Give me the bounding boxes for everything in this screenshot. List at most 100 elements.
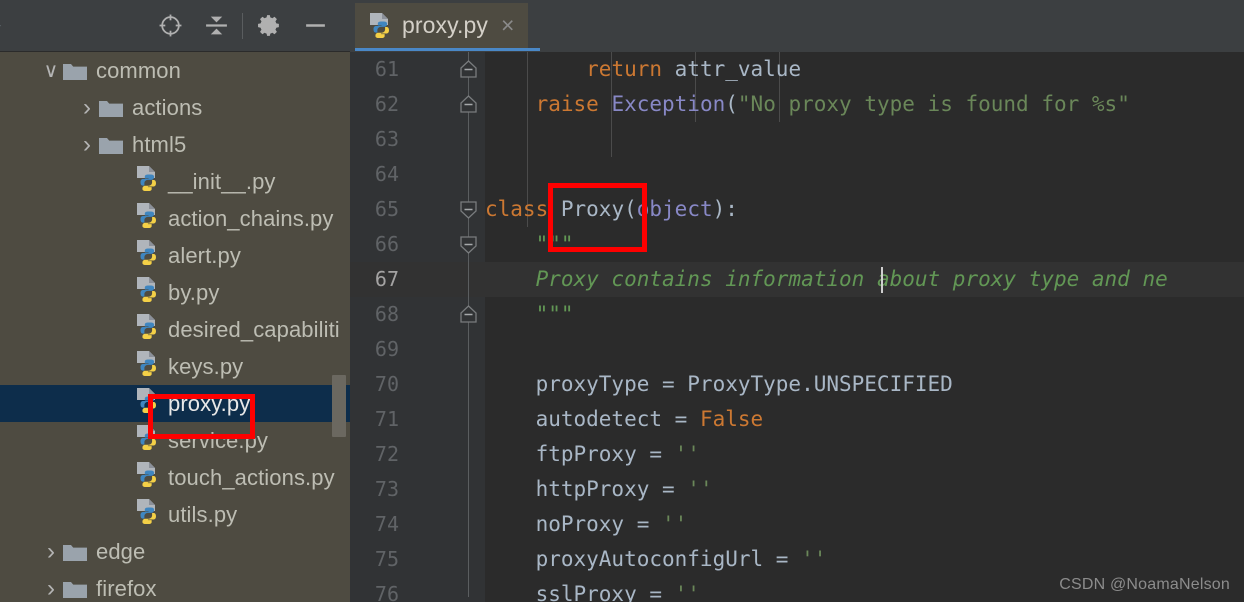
tree-item-html5[interactable]: › html5 [0,126,350,163]
folder-icon [63,63,87,80]
tree-item-touch-actions-py[interactable]: touch_actions.py [0,459,350,496]
code-token: proxyAutoconfigUrl = [485,547,802,571]
code-token: raise [535,92,599,116]
python-file-icon [134,313,160,346]
tree-item-keys-py[interactable]: keys.py [0,348,350,385]
code-token: '' [687,477,713,501]
code-token: proxyType = ProxyType.UNSPECIFIED [485,372,953,396]
code-token: Exception [611,92,726,116]
line-number: 73 [374,477,399,501]
tab-proxy-py[interactable]: proxy.py × [355,3,529,48]
scroll-from-source-button[interactable] [147,4,193,48]
hide-button[interactable] [292,4,338,48]
python-file-icon [134,350,160,383]
tree-item-label: action_chains.py [168,205,334,231]
chevron-left-icon[interactable]: ▾ [0,21,6,34]
code-token: Proxy contains information about proxy t… [535,267,1168,291]
tree-item-label: common [96,57,181,83]
fold-end-icon[interactable] [458,94,479,115]
tab-label: proxy.py [402,12,489,38]
code-line[interactable]: raise Exception("No proxy type is found … [485,87,1244,122]
tree-item-firefox[interactable]: › firefox [0,570,350,602]
chevron-right-icon[interactable]: › [76,95,98,120]
code-lines: return attr_value raise Exception("No pr… [485,52,1244,602]
code-line[interactable] [485,332,1244,367]
tree-item-service-py[interactable]: service.py [0,422,350,459]
folder-icon [63,544,87,561]
minimize-dash-icon [305,24,325,27]
fold-start-icon[interactable] [458,199,479,220]
chevron-down-icon[interactable]: ∨ [40,61,62,81]
code-content[interactable]: return attr_value raise Exception("No pr… [485,52,1244,602]
tree-item-label: proxy.py [168,390,251,416]
code-token: autodetect = [485,407,700,431]
code-line[interactable]: """ [485,297,1244,332]
fold-end-icon[interactable] [458,59,479,80]
python-file-icon [134,424,160,457]
tree-item-label: utils.py [168,501,238,527]
tree-item-proxy-py[interactable]: proxy.py [0,385,350,422]
tree-item-label: alert.py [168,242,241,268]
tree-item-alert-py[interactable]: alert.py [0,237,350,274]
code-line[interactable]: proxyType = ProxyType.UNSPECIFIED [485,367,1244,402]
fold-end-icon[interactable] [458,304,479,325]
line-number: 71 [374,407,399,431]
tree-item-label: by.py [168,279,220,305]
code-line[interactable]: """ [485,227,1244,262]
line-number: 74 [374,512,399,536]
code-line[interactable]: autodetect = False [485,402,1244,437]
editor-gutter[interactable]: 61 62 63 64 65 66 67 68 69 70 71 72 73 74 75 76 [350,52,485,602]
line-number-column: 61 62 63 64 65 66 67 68 69 70 71 72 73 74 75 76 [350,52,485,602]
code-token: False [699,407,764,431]
editor-tab-strip: proxy.py × [350,0,1244,52]
code-token: ftpProxy = [485,442,675,466]
project-tree-panel[interactable]: ∨ common › actions › html5 __init__.py action_c… [0,52,350,602]
tree-item-utils-py[interactable]: utils.py [0,496,350,533]
code-line[interactable]: httpProxy = '' [485,472,1244,507]
code-token: object [636,197,713,221]
line-number: 76 [374,582,399,602]
code-line[interactable]: class Proxy(object): [485,192,1244,227]
code-line[interactable]: noProxy = '' [485,507,1244,542]
code-line[interactable] [485,122,1244,157]
code-token: noProxy = [485,512,663,536]
sidebar-scrollbar[interactable] [332,375,346,437]
fold-start-icon[interactable] [458,234,479,255]
tree-item-by-py[interactable]: by.py [0,274,350,311]
code-line[interactable]: return attr_value [485,52,1244,87]
code-line[interactable]: Proxy contains information about proxy t… [485,262,1244,297]
tree-item-action-chains-py[interactable]: action_chains.py [0,200,350,237]
tree-item-actions[interactable]: › actions [0,89,350,126]
tree-item-edge[interactable]: › edge [0,533,350,570]
line-number: 75 [374,547,399,571]
chevron-right-icon[interactable]: › [40,539,62,564]
chevron-right-icon[interactable]: › [76,132,98,157]
code-line[interactable]: ftpProxy = '' [485,437,1244,472]
code-line[interactable]: proxyAutoconfigUrl = '' [485,542,1244,577]
code-token: "No proxy type is found for %s" [737,92,1130,116]
code-line[interactable] [485,157,1244,192]
line-number: 72 [374,442,399,466]
code-token: '' [674,442,700,466]
line-number: 64 [374,162,399,186]
close-icon[interactable]: × [501,14,514,37]
tree-item-desired-capabiliti[interactable]: desired_capabiliti [0,311,350,348]
crosshair-target-icon [159,14,181,37]
text-caret [881,267,883,293]
tree-item-common[interactable]: ∨ common [0,52,350,89]
code-token: '' [662,512,688,536]
ide-window: ▾ [0,0,1244,602]
chevron-right-icon[interactable]: › [40,576,62,601]
code-editor[interactable]: 61 62 63 64 65 66 67 68 69 70 71 72 73 74 75 76 return … [350,52,1244,602]
tree-item--init-py[interactable]: __init__.py [0,163,350,200]
collapse-all-button[interactable] [193,4,239,48]
tree-item-label: actions [132,94,203,120]
settings-button[interactable] [246,4,292,48]
folder-icon [99,100,123,117]
